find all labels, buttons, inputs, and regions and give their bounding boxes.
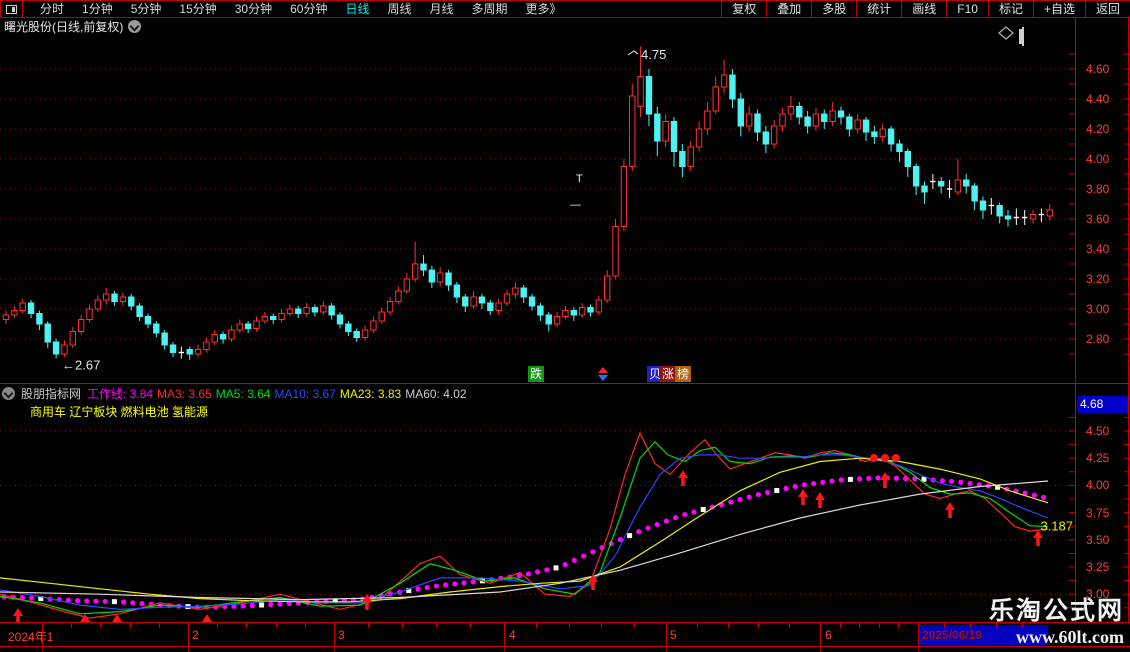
main-axis-ticks [1069, 53, 1130, 355]
month-divider [42, 623, 43, 646]
month-label: 5 [670, 628, 677, 642]
main-candlestick-chart[interactable]: 4.75 ←2.67 T — [0, 0, 1076, 384]
month-divider [188, 623, 189, 646]
week-tick [839, 623, 841, 628]
badge-zhang[interactable]: 涨 [660, 366, 677, 382]
month-label: 6 [825, 628, 832, 642]
updown-arrows-icon[interactable] [597, 367, 609, 381]
week-tick [275, 623, 277, 628]
week-tick [217, 623, 219, 628]
week-tick [758, 623, 760, 628]
week-tick [944, 623, 945, 628]
svg-text:T: T [576, 173, 583, 185]
week-tick [368, 623, 369, 628]
month-divider [666, 623, 667, 646]
week-tick [898, 623, 900, 628]
week-tick [696, 623, 698, 628]
week-tick [568, 623, 570, 628]
week-tick [71, 623, 73, 628]
watermark-url: www.60lt.com [1016, 627, 1124, 647]
week-tick [470, 623, 471, 628]
month-label: 3 [338, 628, 345, 642]
week-tick [158, 623, 160, 628]
svg-text:←: ← [856, 451, 869, 466]
watermark-site-name: 乐淘公式网 [988, 597, 1124, 625]
time-axis: 2025/06/19 2024年1 2 3 4 5 6 [0, 622, 1130, 652]
week-tick [878, 623, 880, 628]
month-label: 4 [509, 628, 516, 642]
badge-die[interactable]: 跌 [528, 366, 545, 382]
month-divider [504, 623, 505, 646]
month-label: 2024年1 [8, 630, 54, 644]
svg-text:4.75: 4.75 [641, 47, 666, 62]
week-tick [436, 623, 437, 628]
svg-text:—: — [570, 199, 581, 211]
month-divider [334, 623, 335, 646]
week-tick [789, 623, 791, 628]
month-label: 2 [192, 628, 199, 642]
week-tick [536, 623, 538, 628]
week-tick [633, 623, 635, 628]
panel-axis-ticks [1069, 416, 1130, 609]
week-tick [304, 623, 306, 628]
week-tick [727, 623, 729, 628]
svg-text:←2.67: ←2.67 [62, 358, 100, 373]
watermark: 乐淘公式网 www.60lt.com [989, 591, 1124, 648]
month-divider [820, 623, 821, 646]
week-tick [129, 623, 131, 628]
month-divider [918, 623, 919, 646]
week-tick [970, 623, 971, 628]
week-tick [859, 623, 861, 628]
week-tick [100, 623, 102, 628]
toolbar-button-返回[interactable]: 返回 [1084, 1, 1130, 17]
week-tick [246, 623, 248, 628]
badge-bang[interactable]: 榜 [675, 366, 692, 382]
indicator-chart[interactable]: ←3.187 [0, 384, 1076, 623]
week-tick [601, 623, 603, 628]
week-tick [402, 623, 403, 628]
